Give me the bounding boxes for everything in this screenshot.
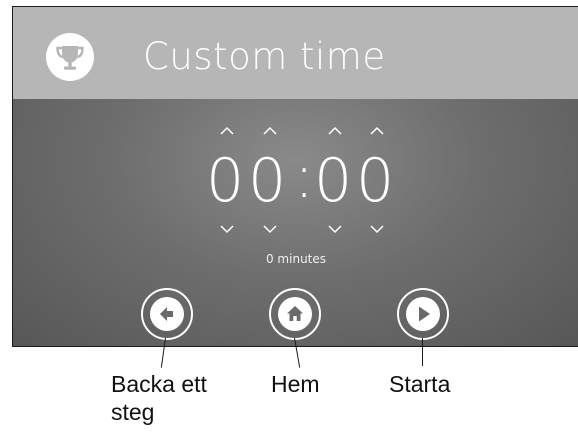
- start-button[interactable]: [397, 288, 449, 340]
- back-caption-line2: steg: [111, 399, 155, 425]
- hours-tens-up-icon[interactable]: [218, 125, 236, 137]
- hours-ones-digit: 0: [248, 146, 287, 216]
- back-button[interactable]: [141, 288, 193, 340]
- hours-tens-digit: 0: [206, 146, 245, 216]
- arrow-left-icon: [160, 307, 173, 321]
- minutes-label: 0 minutes: [265, 252, 327, 266]
- home-caption: Hem: [271, 371, 320, 397]
- device-screen: Custom time 0 0 : 0 0 0 minutes: [12, 6, 578, 347]
- hours-ones-up-icon[interactable]: [261, 125, 279, 137]
- minutes-tens-down-icon[interactable]: [326, 223, 344, 235]
- page-title: Custom time: [143, 35, 386, 78]
- minutes-ones-down-icon[interactable]: [368, 223, 386, 235]
- minutes-ones-up-icon[interactable]: [368, 125, 386, 137]
- hours-ones-down-icon[interactable]: [261, 223, 279, 235]
- minutes-ones-digit: 0: [356, 146, 395, 216]
- start-callout-line: [422, 338, 423, 366]
- minutes-tens-up-icon[interactable]: [326, 125, 344, 137]
- home-icon: [287, 306, 303, 321]
- start-caption: Starta: [389, 371, 451, 397]
- trophy-icon: [46, 33, 94, 81]
- minutes-tens-digit: 0: [314, 146, 353, 216]
- back-caption-line1: Backa ett: [111, 371, 207, 397]
- header-bar: Custom time: [13, 7, 578, 99]
- hours-tens-down-icon[interactable]: [218, 223, 236, 235]
- play-icon: [419, 306, 430, 322]
- home-button[interactable]: [269, 288, 321, 340]
- time-separator: :: [294, 142, 315, 212]
